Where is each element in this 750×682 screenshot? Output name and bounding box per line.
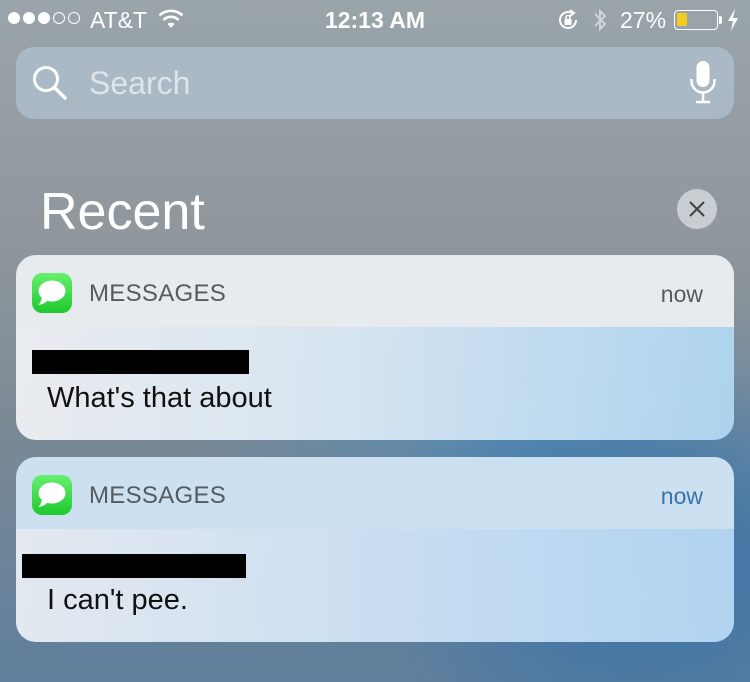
clear-notifications-button[interactable] [677, 189, 717, 229]
notification-body: What's that about [16, 327, 734, 440]
status-bar: AT&T 12:13 AM 27% [0, 0, 750, 40]
recent-heading: Recent [40, 183, 205, 241]
close-icon [689, 201, 705, 217]
charging-bolt-icon [728, 9, 738, 31]
notification-card[interactable]: MESSAGES now What's that about [16, 255, 734, 440]
notification-card[interactable]: MESSAGES now I can't pee. [16, 457, 734, 642]
search-field[interactable]: Search [16, 47, 734, 119]
notification-time: now [660, 483, 703, 509]
search-icon [33, 66, 67, 100]
battery-fill [677, 13, 687, 26]
redacted-sender [22, 554, 246, 578]
battery-nub [719, 16, 722, 24]
messages-icon [32, 475, 72, 515]
app-name: MESSAGES [89, 280, 227, 307]
microphone-icon[interactable] [688, 59, 718, 107]
search-placeholder: Search [89, 65, 191, 101]
notification-header: MESSAGES now [16, 457, 734, 529]
battery-icon [674, 10, 718, 30]
rotation-lock-icon [559, 9, 577, 29]
notification-header: MESSAGES now [16, 255, 734, 327]
app-name: MESSAGES [89, 482, 227, 509]
message-text: I can't pee. [47, 584, 188, 616]
bluetooth-icon [594, 8, 607, 32]
notification-time: now [660, 281, 703, 307]
messages-icon [32, 273, 72, 313]
message-text: What's that about [47, 382, 272, 414]
notification-body: I can't pee. [16, 529, 734, 642]
battery-percent: 27% [620, 7, 667, 33]
redacted-sender [32, 350, 249, 374]
